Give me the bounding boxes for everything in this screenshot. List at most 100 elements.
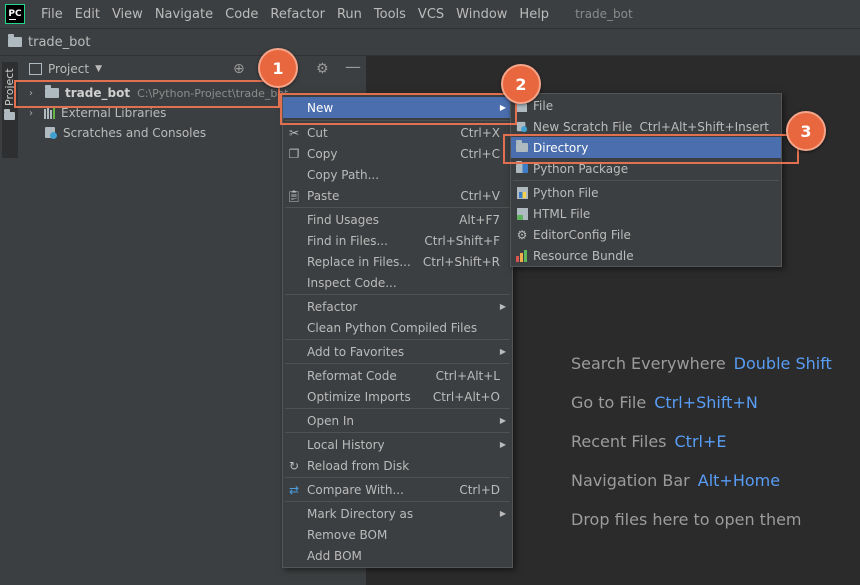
- menu-item-label: Paste: [307, 188, 340, 203]
- callout-badge-3: 3: [786, 111, 826, 151]
- menu-item-label: Clean Python Compiled Files: [307, 320, 478, 335]
- menu-item-cut[interactable]: ✂ Cut Ctrl+X: [283, 122, 512, 143]
- menu-item-label: Mark Directory as: [307, 506, 414, 521]
- chevron-right-icon[interactable]: ›: [26, 108, 36, 119]
- hint-shortcut: Double Shift: [733, 354, 832, 373]
- menu-item-add-bom[interactable]: Add BOM: [283, 545, 512, 566]
- menu-item-refactor[interactable]: Refactor ▶: [283, 296, 512, 317]
- submenu-arrow-icon: ▶: [499, 440, 506, 449]
- menu-item-find-in-files[interactable]: Find in Files... Ctrl+Shift+F: [283, 230, 512, 251]
- menu-window[interactable]: Window: [450, 7, 513, 22]
- tree-item-scratches[interactable]: Scratches and Consoles: [44, 123, 206, 143]
- menu-vcs[interactable]: VCS: [412, 7, 450, 22]
- menu-separator: [285, 207, 510, 208]
- window-title: trade_bot: [575, 7, 633, 21]
- menu-item-copy-path[interactable]: Copy Path...: [283, 164, 512, 185]
- callout-highlight-new: [280, 93, 517, 125]
- menu-item-paste[interactable]: 📋︎ Paste Ctrl+V: [283, 185, 512, 206]
- menu-item-reformat-code[interactable]: Reformat Code Ctrl+Alt+L: [283, 365, 512, 386]
- hint-shortcut: Ctrl+Shift+N: [654, 393, 758, 412]
- scratches-icon: [44, 127, 58, 139]
- folder-icon: [8, 34, 22, 47]
- tree-label: Scratches and Consoles: [63, 126, 207, 140]
- gear-icon[interactable]: ⚙: [316, 61, 329, 77]
- menu-item-find-usages[interactable]: Find Usages Alt+F7: [283, 209, 512, 230]
- menu-item-copy[interactable]: ❐ Copy Ctrl+C: [283, 143, 512, 164]
- menu-item-label: Open In: [307, 413, 355, 428]
- project-tool-tab[interactable]: Project: [2, 62, 18, 158]
- gear-icon: ⚙: [516, 227, 528, 242]
- menu-item-reload-from-disk[interactable]: ↻ Reload from Disk: [283, 455, 512, 476]
- menu-code[interactable]: Code: [219, 7, 264, 22]
- menu-item-label: Find in Files...: [307, 233, 388, 248]
- library-icon: [44, 107, 58, 119]
- submenu-item-html-file[interactable]: HTML File: [511, 203, 781, 224]
- menu-item-label: Find Usages: [307, 212, 380, 227]
- tree-label: External Libraries: [61, 106, 167, 120]
- menu-item-label: Inspect Code...: [307, 275, 397, 290]
- menu-item-remove-bom[interactable]: Remove BOM: [283, 524, 512, 545]
- menu-edit[interactable]: Edit: [69, 7, 106, 22]
- menu-item-clean-compiled[interactable]: Clean Python Compiled Files: [283, 317, 512, 338]
- menu-item-label: Replace in Files...: [307, 254, 411, 269]
- submenu-item-resource-bundle[interactable]: Resource Bundle: [511, 245, 781, 266]
- chevron-down-icon[interactable]: ▼: [95, 64, 102, 74]
- menu-help[interactable]: Help: [513, 7, 555, 22]
- menu-item-label: File: [533, 98, 554, 113]
- menu-item-label: Resource Bundle: [533, 248, 634, 263]
- hint-label: Recent Files: [571, 432, 667, 451]
- menu-item-shortcut: Alt+F7: [459, 212, 500, 227]
- breadcrumb-project[interactable]: trade_bot: [28, 35, 90, 50]
- menu-item-compare-with[interactable]: ⇄ Compare With... Ctrl+D: [283, 479, 512, 500]
- menu-item-replace-in-files[interactable]: Replace in Files... Ctrl+Shift+R: [283, 251, 512, 272]
- menu-item-open-in[interactable]: Open In ▶: [283, 410, 512, 431]
- project-panel-header: Project ▼ ⊕ ⚙ —: [20, 56, 366, 82]
- menu-item-label: Copy Path...: [307, 167, 380, 182]
- hint-search-everywhere: Search Everywhere Double Shift: [571, 354, 832, 373]
- menu-item-optimize-imports[interactable]: Optimize Imports Ctrl+Alt+O: [283, 386, 512, 407]
- hint-shortcut: Alt+Home: [697, 471, 781, 490]
- menu-item-label: New Scratch File: [533, 119, 633, 134]
- menu-navigate[interactable]: Navigate: [149, 7, 219, 22]
- menu-item-add-favorites[interactable]: Add to Favorites ▶: [283, 341, 512, 362]
- callout-badge-1: 1: [258, 48, 298, 88]
- hint-recent-files: Recent Files Ctrl+E: [571, 432, 726, 451]
- submenu-item-file[interactable]: File: [511, 95, 781, 116]
- paste-icon: 📋︎: [286, 188, 302, 203]
- callout-highlight-root: [14, 80, 280, 108]
- menu-item-inspect-code[interactable]: Inspect Code...: [283, 272, 512, 293]
- context-menu: New ▶ ✂ Cut Ctrl+X ❐ Copy Ctrl+C Copy Pa…: [282, 93, 513, 568]
- menu-item-label: Python File: [533, 185, 599, 200]
- submenu-arrow-icon: ▶: [499, 509, 506, 518]
- menu-file[interactable]: File: [35, 7, 69, 22]
- copy-icon: ❐: [288, 146, 300, 161]
- hint-go-to-file: Go to File Ctrl+Shift+N: [571, 393, 758, 412]
- menu-item-mark-directory[interactable]: Mark Directory as ▶: [283, 503, 512, 524]
- project-view-dropdown[interactable]: Project: [48, 62, 89, 76]
- scratch-file-icon: [515, 120, 529, 134]
- compare-arrows-icon: ⇄: [288, 482, 300, 497]
- locate-target-icon[interactable]: ⊕: [233, 61, 245, 77]
- menu-separator: [285, 339, 510, 340]
- menu-item-label: Refactor: [307, 299, 358, 314]
- menu-item-local-history[interactable]: Local History ▶: [283, 434, 512, 455]
- menu-item-label: HTML File: [533, 206, 591, 221]
- menu-item-label: Reformat Code: [307, 368, 397, 383]
- menu-refactor[interactable]: Refactor: [264, 7, 331, 22]
- hint-shortcut: Ctrl+E: [674, 432, 727, 451]
- callout-highlight-directory: [503, 134, 799, 164]
- submenu-item-python-file[interactable]: Python File: [511, 182, 781, 203]
- html-file-icon: [515, 207, 529, 221]
- menu-separator: [285, 408, 510, 409]
- menu-run[interactable]: Run: [331, 7, 368, 22]
- menu-tools[interactable]: Tools: [368, 7, 412, 22]
- minimize-icon[interactable]: —: [345, 57, 361, 76]
- menu-separator: [285, 477, 510, 478]
- menu-item-label: Local History: [307, 437, 385, 452]
- menu-item-label: Optimize Imports: [307, 389, 411, 404]
- menu-view[interactable]: View: [106, 7, 149, 22]
- menu-item-shortcut: Ctrl+Shift+F: [424, 233, 500, 248]
- menu-separator: [285, 294, 510, 295]
- submenu-item-editorconfig[interactable]: ⚙ EditorConfig File: [511, 224, 781, 245]
- menu-item-label: Copy: [307, 146, 338, 161]
